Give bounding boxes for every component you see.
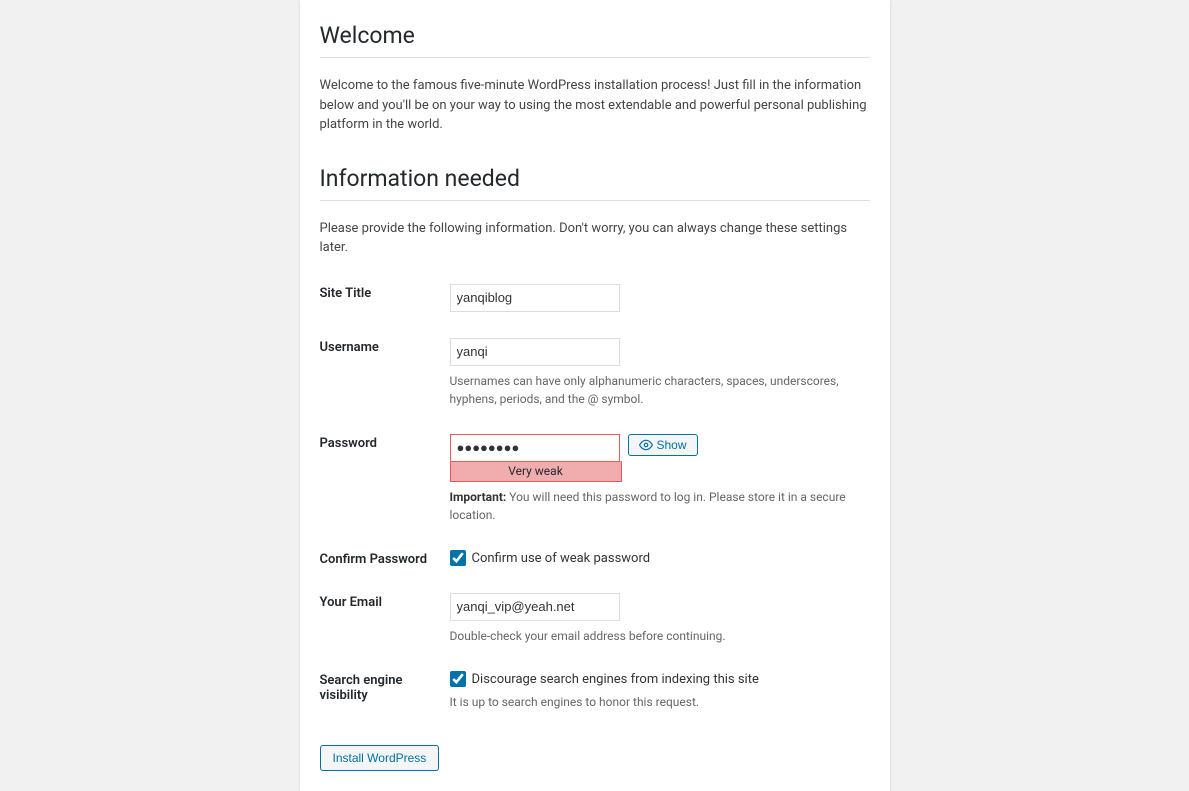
password-important-hint: Important: You will need this password t… (450, 488, 850, 524)
password-strength-meter: Very weak (450, 461, 622, 482)
password-important-text: You will need this password to log in. P… (450, 490, 846, 522)
install-card: Welcome Welcome to the famous five-minut… (300, 0, 890, 791)
welcome-intro-text: Welcome to the famous five-minute WordPr… (320, 76, 870, 135)
discourage-label[interactable]: Discourage search engines from indexing … (472, 672, 759, 687)
search-visibility-label: Search engine visibility (320, 663, 450, 729)
show-password-button[interactable]: Show (628, 434, 698, 456)
info-intro-text: Please provide the following information… (320, 219, 870, 258)
show-button-label: Show (657, 438, 687, 452)
search-hint: It is up to search engines to honor this… (450, 693, 850, 711)
password-label: Password (320, 426, 450, 542)
username-label: Username (320, 330, 450, 426)
discourage-checkbox[interactable] (450, 671, 466, 687)
confirm-password-label: Confirm Password (320, 542, 450, 585)
password-important-prefix: Important: (450, 490, 507, 504)
email-input[interactable] (450, 593, 620, 621)
email-hint: Double-check your email address before c… (450, 627, 850, 645)
eye-icon (639, 438, 653, 452)
site-title-label: Site Title (320, 276, 450, 330)
site-title-input[interactable] (450, 284, 620, 312)
welcome-heading: Welcome (320, 10, 870, 58)
username-hint: Usernames can have only alphanumeric cha… (450, 372, 850, 408)
info-needed-heading: Information needed (320, 153, 870, 201)
confirm-weak-checkbox[interactable] (450, 550, 466, 566)
email-label: Your Email (320, 585, 450, 663)
username-input[interactable] (450, 338, 620, 366)
install-wordpress-button[interactable]: Install WordPress (320, 745, 440, 771)
setup-form-table: Site Title Username Usernames can have o… (320, 276, 870, 730)
password-input[interactable] (450, 434, 620, 462)
confirm-weak-label[interactable]: Confirm use of weak password (472, 551, 651, 566)
